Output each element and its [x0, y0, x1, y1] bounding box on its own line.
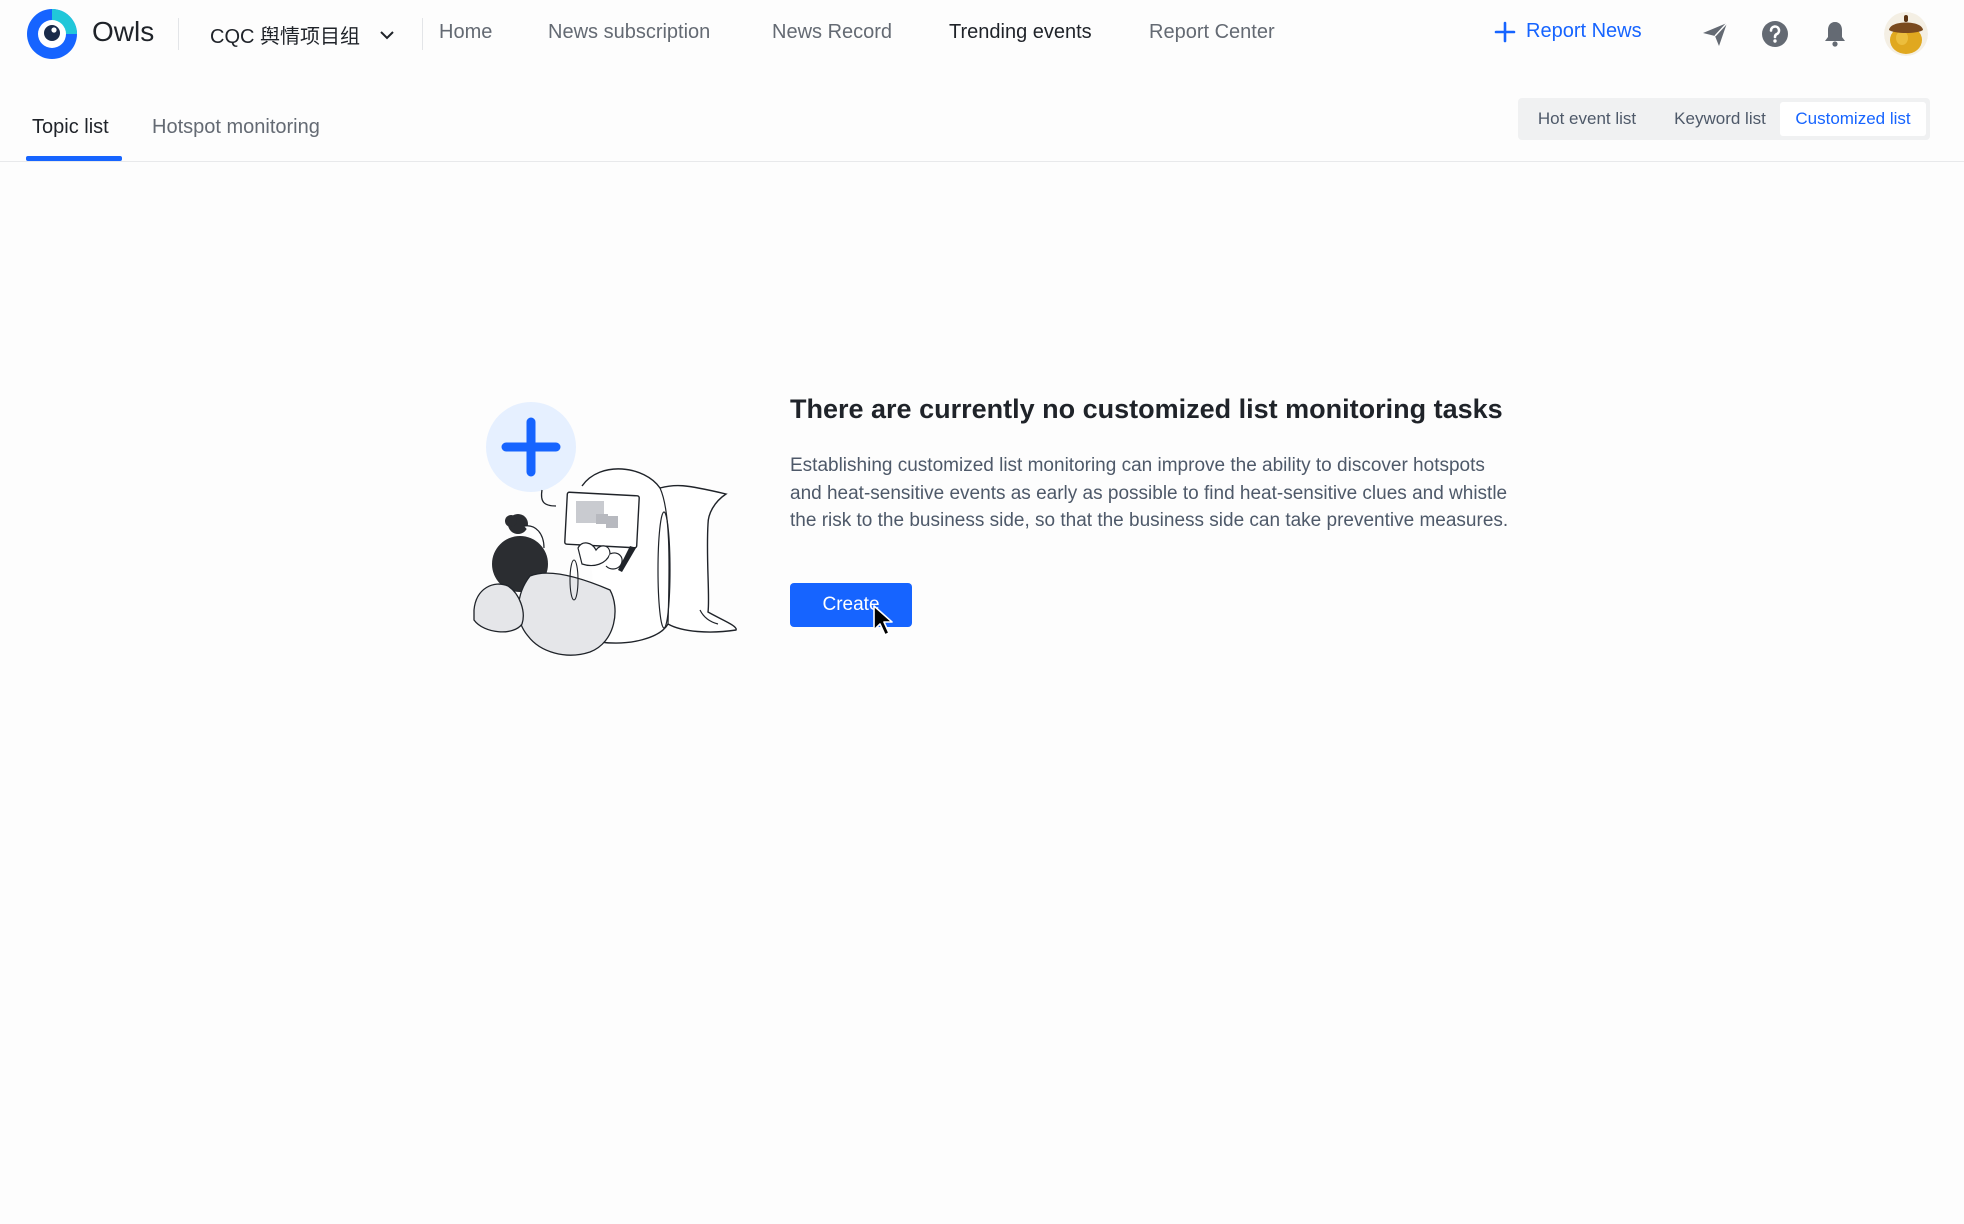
owls-logo-icon[interactable]: [26, 8, 78, 60]
acorn-avatar-icon: [1884, 12, 1928, 56]
brand-name: Owls: [92, 16, 155, 47]
report-news-label: Report News: [1526, 20, 1642, 42]
paper-plane-icon[interactable]: [1700, 19, 1730, 49]
help-icon[interactable]: [1760, 19, 1790, 49]
seg-hot-event-list[interactable]: Hot event list: [1522, 102, 1652, 136]
nav-news-subscription[interactable]: News subscription: [548, 21, 710, 44]
empty-state-title: There are currently no customized list m…: [790, 394, 1503, 424]
report-news-button[interactable]: Report News: [1494, 20, 1642, 43]
plus-icon: [1494, 21, 1516, 42]
nav-news-record[interactable]: News Record: [772, 21, 892, 44]
bell-icon[interactable]: [1820, 19, 1850, 49]
empty-state-description: Establishing customized list monitoring …: [790, 455, 1509, 531]
seg-keyword-list[interactable]: Keyword list: [1654, 102, 1786, 136]
divider: [178, 18, 179, 50]
tab-topic-list[interactable]: Topic list: [32, 116, 109, 139]
top-navigation-bar: Owls CQC 舆情项目组 Home News subscription Ne…: [0, 0, 1964, 68]
nav-trending-events[interactable]: Trending events: [949, 21, 1092, 44]
project-name: CQC 舆情项目组: [210, 26, 360, 48]
tab-hotspot-monitoring[interactable]: Hotspot monitoring: [152, 116, 320, 139]
nav-report-center[interactable]: Report Center: [1149, 21, 1275, 44]
active-tab-indicator: [26, 156, 122, 161]
empty-state-illustration: [473, 402, 737, 656]
list-type-switch: Hot event list Keyword list Customized l…: [1518, 98, 1930, 140]
project-selector[interactable]: CQC 舆情项目组: [210, 20, 396, 49]
mouse-pointer-icon: [873, 605, 893, 636]
user-avatar[interactable]: [1884, 12, 1928, 56]
nav-home[interactable]: Home: [439, 21, 492, 44]
divider: [422, 18, 423, 50]
seg-customized-list[interactable]: Customized list: [1780, 102, 1926, 136]
chevron-down-icon: [380, 30, 394, 39]
